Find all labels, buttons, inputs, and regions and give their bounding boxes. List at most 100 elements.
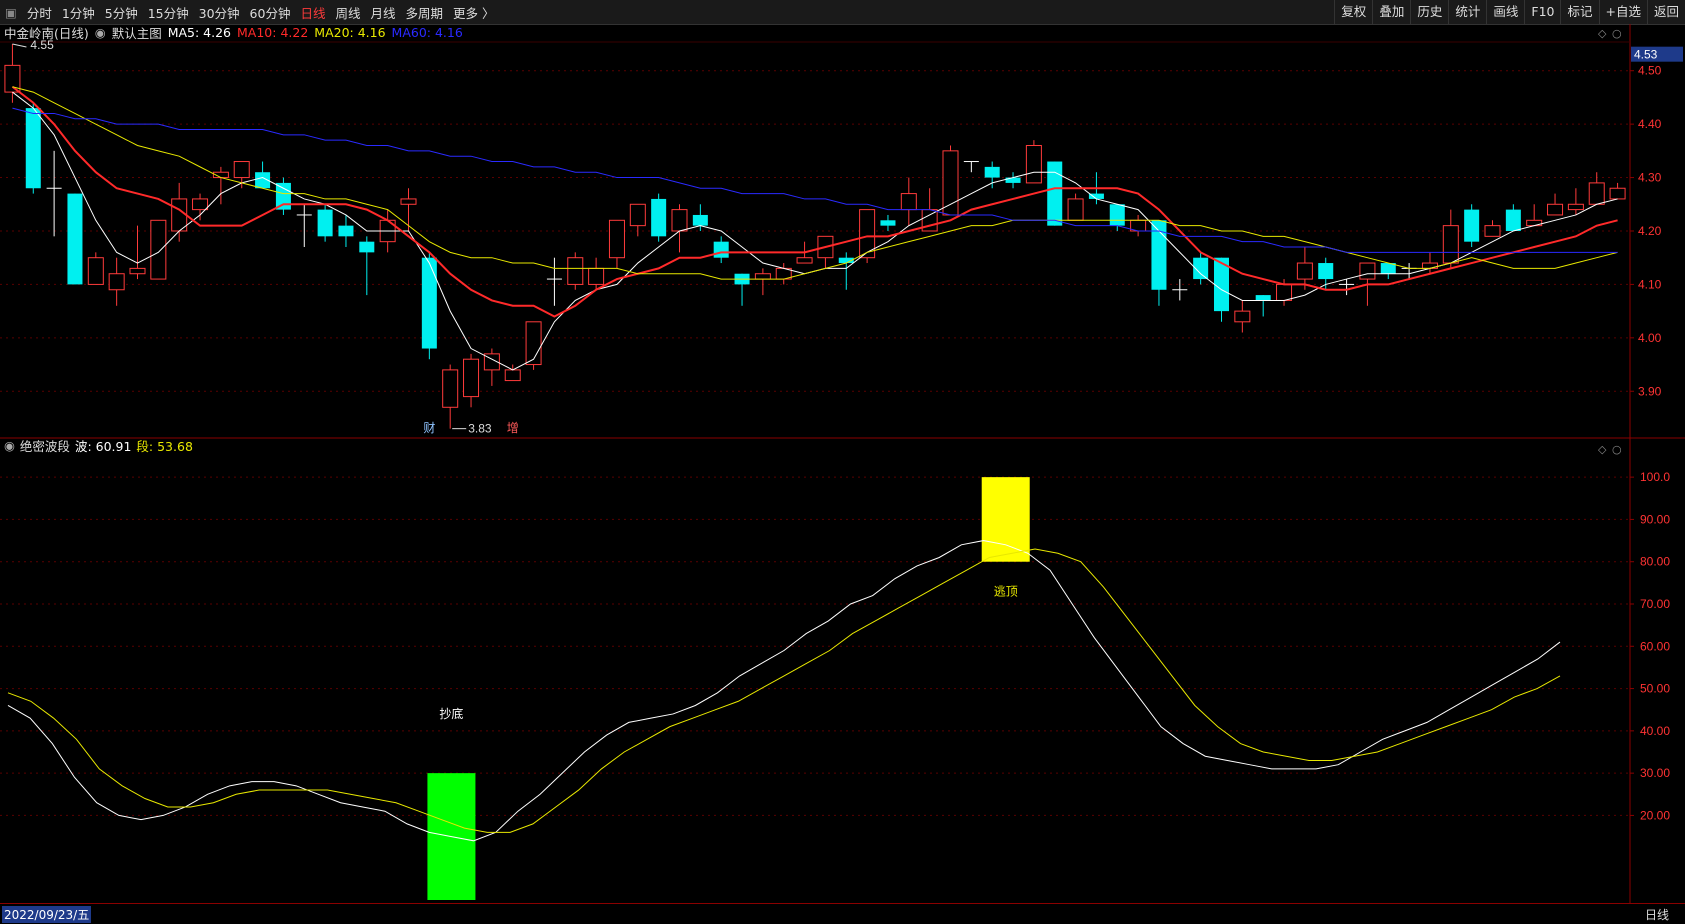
high-arrow bbox=[12, 43, 27, 48]
candle bbox=[150, 219, 167, 280]
low-price-label: 3.83 bbox=[468, 422, 492, 436]
candle-body bbox=[1276, 283, 1293, 301]
candle-body bbox=[317, 209, 333, 237]
osc-tick-label: 40.00 bbox=[1640, 724, 1670, 738]
candle-body bbox=[504, 369, 521, 382]
candle-body bbox=[1505, 209, 1521, 231]
candle-body bbox=[442, 369, 459, 408]
candle bbox=[275, 177, 291, 215]
candle bbox=[255, 161, 271, 189]
candle bbox=[338, 214, 354, 248]
main-panel-frame bbox=[0, 41, 1685, 437]
candle bbox=[754, 268, 771, 296]
candle-body bbox=[25, 108, 41, 189]
candle bbox=[25, 102, 41, 194]
wave-line bbox=[7, 540, 1561, 842]
main-tick-label: 4.50 bbox=[1638, 64, 1662, 78]
candle bbox=[984, 161, 1000, 189]
candle bbox=[1380, 263, 1396, 280]
candle bbox=[880, 214, 896, 231]
candle-body bbox=[338, 225, 354, 237]
candle-body bbox=[275, 182, 291, 210]
escape-top-bar bbox=[981, 477, 1030, 562]
osc-tick-label: 30.00 bbox=[1640, 766, 1670, 780]
candle bbox=[421, 252, 437, 360]
osc-collapse-icon: ◇ bbox=[1598, 443, 1607, 456]
candle bbox=[900, 177, 917, 226]
candle bbox=[1047, 161, 1063, 226]
candle bbox=[87, 252, 104, 285]
candle-body bbox=[233, 161, 250, 179]
chart-canvas[interactable]: 4.50 4.40 4.30 4.20 4.10 4.00 3.90 4.53 4.55 3.83… bbox=[0, 0, 1685, 923]
date-bar: 2022/09/23/五 日线 bbox=[0, 903, 1685, 924]
candle-body bbox=[359, 241, 375, 253]
candle bbox=[1130, 214, 1147, 237]
candle-body bbox=[1359, 262, 1376, 280]
main-tick-label: 4.30 bbox=[1638, 171, 1662, 185]
candle bbox=[359, 236, 375, 296]
candle-body bbox=[192, 198, 209, 211]
candle-body bbox=[1484, 225, 1501, 237]
event-marker: 财 bbox=[423, 421, 435, 435]
candle bbox=[1067, 193, 1084, 221]
candle bbox=[1442, 209, 1459, 269]
candle bbox=[588, 257, 605, 290]
candle-body bbox=[525, 321, 542, 366]
candle bbox=[442, 364, 459, 429]
candle-body bbox=[1588, 182, 1605, 205]
candle-body bbox=[1025, 145, 1042, 184]
candle-body bbox=[1442, 225, 1459, 264]
osc-expand-icon: ○ bbox=[1612, 443, 1622, 456]
candle-body bbox=[671, 209, 688, 232]
candle bbox=[1547, 193, 1564, 216]
candle-body bbox=[1318, 263, 1334, 280]
candle bbox=[1588, 172, 1605, 205]
candle bbox=[192, 193, 209, 221]
candle-body bbox=[1609, 187, 1626, 200]
osc-tick-label: 20.00 bbox=[1640, 808, 1670, 822]
candle-body bbox=[1296, 262, 1313, 280]
period-label[interactable]: 日线 bbox=[1645, 906, 1669, 923]
expand-icon: ○ bbox=[1612, 27, 1622, 40]
candle-body bbox=[754, 273, 771, 280]
main-tick-label: 3.90 bbox=[1638, 384, 1662, 398]
candle bbox=[483, 348, 500, 386]
candle bbox=[546, 257, 562, 306]
osc-tick-label: 70.00 bbox=[1640, 597, 1670, 611]
candle-body bbox=[1526, 219, 1543, 227]
osc-tick-label: 100.0 bbox=[1640, 470, 1670, 484]
candle bbox=[400, 188, 417, 231]
candle bbox=[1005, 172, 1021, 189]
candle bbox=[4, 44, 21, 103]
candle bbox=[1567, 188, 1584, 215]
osc-tick-label: 50.00 bbox=[1640, 682, 1670, 696]
candle-body bbox=[108, 273, 125, 291]
candle-body bbox=[400, 198, 417, 205]
candle-body bbox=[629, 203, 646, 227]
price-tag: 4.53 bbox=[1634, 48, 1658, 62]
candle bbox=[1255, 295, 1271, 317]
main-tick-label: 4.10 bbox=[1638, 277, 1662, 291]
candle-body bbox=[171, 198, 188, 232]
candle bbox=[317, 204, 333, 242]
candle-body bbox=[129, 267, 146, 275]
candle bbox=[67, 193, 83, 285]
candle bbox=[1401, 263, 1417, 280]
candle bbox=[1526, 204, 1543, 227]
candle bbox=[1421, 252, 1438, 274]
candle-body bbox=[1567, 203, 1584, 211]
event-marker: 增 bbox=[507, 421, 519, 435]
candle-body bbox=[900, 193, 917, 211]
osc-tick-label: 60.00 bbox=[1640, 639, 1670, 653]
main-tick-label: 4.20 bbox=[1638, 224, 1662, 238]
candle bbox=[171, 182, 188, 242]
candle bbox=[1505, 204, 1521, 231]
segment-line bbox=[7, 548, 1561, 833]
candle bbox=[1296, 247, 1313, 290]
candle-body bbox=[1421, 262, 1438, 269]
osc-tick-label: 80.00 bbox=[1640, 555, 1670, 569]
collapse-icon: ◇ bbox=[1598, 27, 1607, 40]
candle-body bbox=[880, 220, 896, 226]
candle bbox=[651, 193, 667, 242]
candle-body bbox=[608, 219, 625, 259]
